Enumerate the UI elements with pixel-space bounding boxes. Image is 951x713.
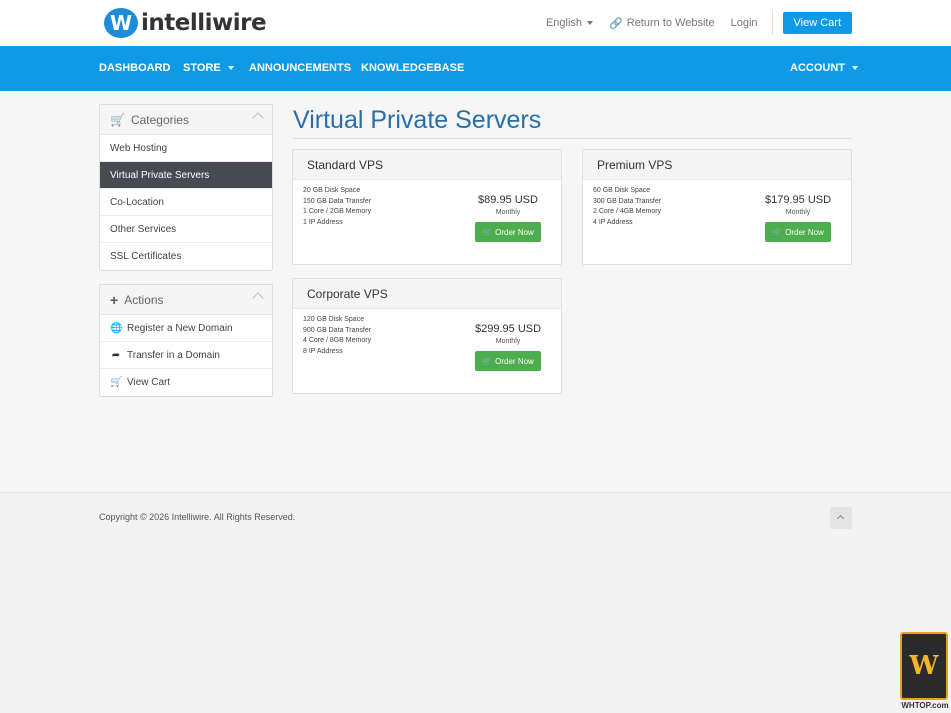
categories-panel: 🛒 Categories Web Hosting Virtual Private…: [99, 104, 273, 271]
product-card-corporate-vps: Corporate VPS 120 GB Disk Space 900 GB D…: [292, 278, 562, 394]
actions-title: Actions: [124, 292, 164, 307]
action-label: Transfer in a Domain: [127, 349, 220, 361]
order-now-button[interactable]: 🛒 Order Now: [765, 222, 831, 242]
main-nav: DASHBOARD STORE ANNOUNCEMENTS KNOWLEDGEB…: [0, 46, 951, 91]
feature-line: 20 GB Disk Space: [303, 187, 361, 194]
action-transfer-domain[interactable]: ➦ Transfer in a Domain: [100, 342, 272, 369]
product-price: $299.95 USD: [475, 323, 542, 335]
product-card-premium-vps: Premium VPS 60 GB Disk Space 300 GB Data…: [582, 149, 852, 265]
top-bar: W intelliwire English 🔗 Return to Websit…: [0, 0, 951, 46]
chevron-up-icon[interactable]: [252, 292, 264, 304]
nav-knowledgebase[interactable]: KNOWLEDGEBASE: [361, 46, 464, 91]
login-link[interactable]: Login: [731, 17, 758, 29]
top-links: English 🔗 Return to Website Login View C…: [530, 11, 852, 35]
copyright: Copyright © 2026 Intelliwire. All Rights…: [99, 512, 296, 522]
feature-line: 120 GB Disk Space: [303, 316, 365, 323]
product-name: Premium VPS: [583, 150, 851, 180]
feature-line: 300 GB Data Transfer: [593, 197, 662, 205]
cart-icon: 🛒: [110, 377, 123, 388]
caret-down-icon: [852, 66, 858, 71]
price-box: $299.95 USD Monthly 🛒 Order Now: [475, 323, 541, 371]
order-label: Order Now: [495, 356, 534, 366]
billing-cycle: Monthly: [495, 338, 521, 345]
feature-line: 4 Core / 8GB Memory: [303, 337, 372, 344]
actions-panel: + Actions 🌐 Register a New Domain ➦ Tran…: [99, 284, 273, 397]
link-icon: 🔗: [609, 17, 623, 30]
nav-account-label: ACCOUNT: [790, 62, 845, 74]
page-title: Virtual Private Servers: [293, 106, 542, 134]
language-dropdown[interactable]: English: [545, 17, 594, 29]
product-price: $89.95 USD: [478, 194, 538, 206]
logo[interactable]: W intelliwire: [104, 8, 267, 38]
product-features: 60 GB Disk Space 300 GB Data Transfer 2 …: [593, 186, 661, 228]
plus-icon: +: [110, 291, 119, 308]
chevron-up-icon: [836, 514, 845, 523]
product-price: $179.95 USD: [765, 194, 832, 206]
return-label: Return to Website: [626, 17, 715, 29]
price-box: $179.95 USD Monthly 🛒 Order Now: [765, 194, 831, 242]
action-register-domain[interactable]: 🌐 Register a New Domain: [100, 315, 272, 342]
billing-cycle: Monthly: [495, 209, 521, 216]
product-name: Standard VPS: [293, 150, 561, 180]
nav-dashboard[interactable]: DASHBOARD: [99, 46, 171, 91]
order-label: Order Now: [785, 227, 824, 237]
share-arrow-icon: ➦: [111, 349, 121, 361]
action-label: Register a New Domain: [127, 322, 233, 334]
actions-header[interactable]: + Actions: [100, 285, 272, 315]
language-label: English: [545, 17, 583, 29]
nav-account[interactable]: ACCOUNT: [790, 46, 858, 91]
watermark-text: WHTOP.com: [901, 701, 949, 710]
caret-down-icon: [227, 66, 234, 71]
nav-announcements[interactable]: ANNOUNCEMENTS: [249, 46, 351, 91]
order-now-button[interactable]: 🛒 Order Now: [475, 351, 541, 371]
footer: Copyright © 2026 Intelliwire. All Rights…: [0, 492, 951, 713]
return-to-website-link[interactable]: 🔗 Return to Website: [609, 17, 715, 30]
title-divider: [293, 138, 852, 139]
nav-store[interactable]: STORE: [183, 46, 234, 91]
cart-icon: 🛒: [110, 112, 125, 127]
view-cart-button[interactable]: View Cart: [782, 12, 852, 34]
product-card-standard-vps: Standard VPS 20 GB Disk Space 150 GB Dat…: [292, 149, 562, 265]
feature-line: 60 GB Disk Space: [593, 187, 651, 194]
logo-text: intelliwire: [141, 10, 267, 36]
category-other-services[interactable]: Other Services: [100, 216, 272, 243]
cart-icon: 🛒: [482, 356, 493, 366]
feature-line: 900 GB Data Transfer: [303, 326, 372, 334]
product-features: 20 GB Disk Space 150 GB Data Transfer 1 …: [303, 186, 371, 228]
chevron-up-icon[interactable]: [252, 112, 264, 124]
action-label: View Cart: [127, 377, 171, 388]
price-box: $89.95 USD Monthly 🛒 Order Now: [475, 194, 541, 242]
feature-line: 1 IP Address: [303, 218, 343, 226]
caret-down-icon: [587, 21, 594, 25]
feature-line: 4 IP Address: [593, 218, 633, 226]
logo-mark: W: [104, 8, 138, 38]
cart-icon: 🛒: [482, 227, 493, 237]
product-features: 120 GB Disk Space 900 GB Data Transfer 4…: [303, 315, 371, 357]
categories-header[interactable]: 🛒 Categories: [100, 105, 272, 135]
divider: [771, 11, 773, 35]
order-label: Order Now: [495, 227, 534, 237]
action-view-cart[interactable]: 🛒 View Cart: [100, 369, 272, 396]
feature-line: 150 GB Data Transfer: [303, 197, 372, 205]
feature-line: 8 IP Address: [303, 347, 343, 355]
feature-line: 1 Core / 2GB Memory: [303, 208, 372, 215]
nav-store-label: STORE: [183, 62, 221, 74]
globe-icon: 🌐: [110, 322, 123, 334]
watermark-logo: W WHTOP.com: [900, 632, 950, 712]
billing-cycle: Monthly: [785, 209, 811, 216]
back-to-top-button[interactable]: [830, 507, 852, 529]
categories-title: Categories: [130, 112, 189, 127]
product-name: Corporate VPS: [293, 279, 561, 309]
category-ssl-certificates[interactable]: SSL Certificates: [100, 243, 272, 270]
category-virtual-private-servers[interactable]: Virtual Private Servers: [100, 162, 272, 189]
watermark-mark: W: [900, 632, 948, 700]
cart-icon: 🛒: [772, 227, 783, 237]
feature-line: 2 Core / 4GB Memory: [593, 208, 662, 215]
category-co-location[interactable]: Co-Location: [100, 189, 272, 216]
category-web-hosting[interactable]: Web Hosting: [100, 135, 272, 162]
order-now-button[interactable]: 🛒 Order Now: [475, 222, 541, 242]
